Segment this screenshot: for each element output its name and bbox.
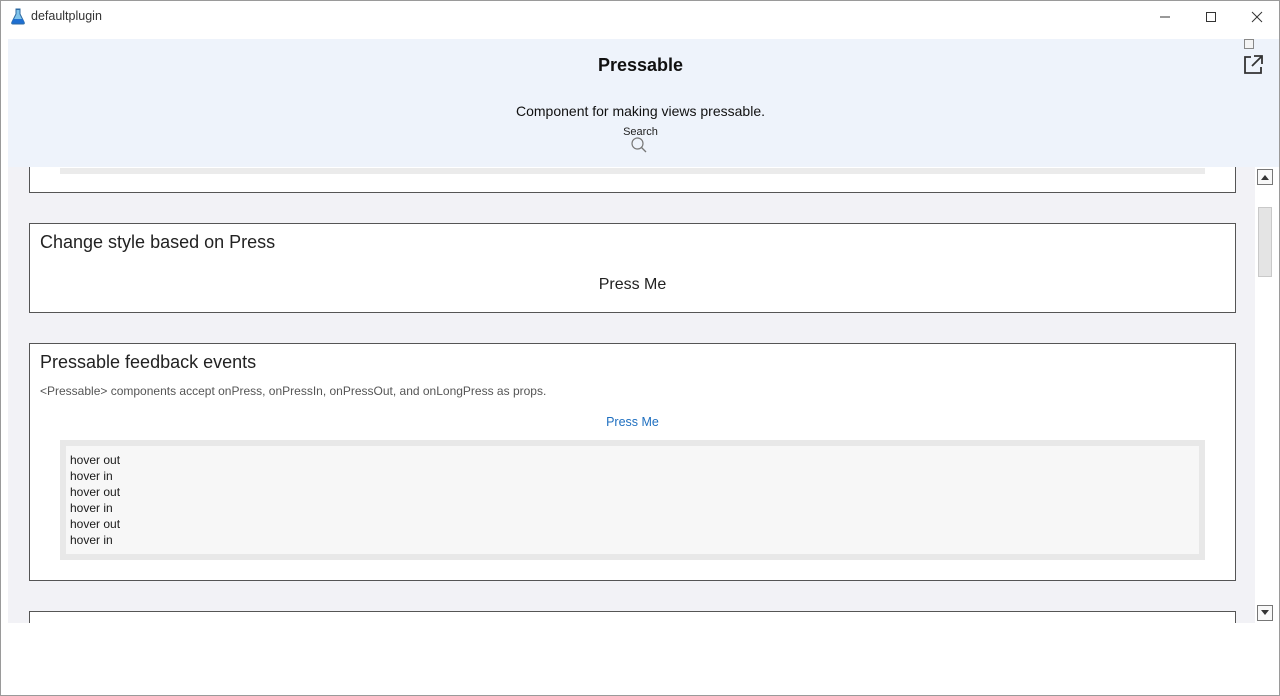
- scroll-up-button[interactable]: [1257, 169, 1273, 185]
- log-line: hover in: [70, 501, 113, 515]
- scroll-down-button[interactable]: [1257, 605, 1273, 621]
- close-button[interactable]: [1234, 1, 1279, 32]
- content-scroll-area[interactable]: Change style based on Press Press Me Pre…: [8, 167, 1255, 623]
- search-icon[interactable]: [630, 136, 648, 154]
- log-line: hover out: [70, 517, 121, 531]
- caret-up-icon: [1261, 175, 1269, 180]
- page-header: Pressable Component for making views pre…: [8, 39, 1279, 167]
- output-box-partial: [60, 168, 1205, 174]
- bottom-blank-area: [1, 623, 1279, 695]
- card-description: <Pressable> components accept onPress, o…: [40, 384, 547, 398]
- press-me-button[interactable]: Press Me: [30, 276, 1235, 294]
- app-window: defaultplugin Pressable Component for ma…: [0, 0, 1280, 696]
- log-line: hover out: [70, 453, 121, 467]
- example-card-feedback-events: Pressable feedback events <Pressable> co…: [29, 343, 1236, 581]
- maximize-button[interactable]: [1188, 1, 1234, 32]
- card-title: Change style based on Press: [40, 232, 276, 252]
- example-card-change-style: Change style based on Press Press Me: [29, 223, 1236, 313]
- title-bar[interactable]: defaultplugin: [1, 1, 1279, 32]
- minimize-icon: [1160, 16, 1170, 17]
- example-card-partial-top: [29, 167, 1236, 193]
- log-line: hover in: [70, 469, 113, 483]
- press-me-link-button[interactable]: Press Me: [30, 415, 1235, 429]
- small-square-button[interactable]: [1244, 39, 1254, 49]
- caret-down-icon: [1261, 610, 1269, 615]
- page-description: Component for making views pressable.: [515, 103, 765, 119]
- maximize-icon: [1206, 11, 1216, 22]
- log-line: hover in: [70, 533, 113, 547]
- flask-icon: [11, 8, 25, 25]
- minimize-button[interactable]: [1142, 1, 1188, 32]
- event-log: hover out hover in hover out hover in ho…: [60, 440, 1205, 560]
- example-card-partial-bottom: [29, 611, 1236, 623]
- open-in-new-window-icon[interactable]: [1242, 54, 1264, 76]
- scroll-thumb[interactable]: [1258, 207, 1272, 277]
- page-title: Pressable: [597, 55, 684, 75]
- card-title: Pressable feedback events: [40, 352, 257, 372]
- close-icon: [1251, 11, 1263, 22]
- window-title: defaultplugin: [31, 9, 102, 23]
- log-line: hover out: [70, 485, 121, 499]
- vertical-scrollbar[interactable]: [1255, 167, 1279, 623]
